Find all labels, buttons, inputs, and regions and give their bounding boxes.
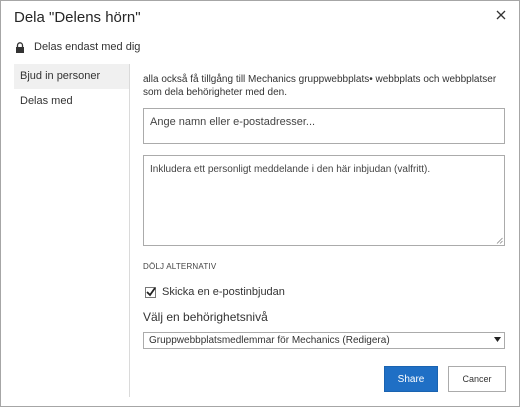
invite-description: alla också få tillgång till Mechanics gr…: [143, 74, 497, 98]
permission-selected-value: Gruppwebbplatsmedlemmar för Mechanics (R…: [149, 335, 390, 346]
nav-item-shared-with[interactable]: Delas med: [14, 89, 129, 114]
side-nav: Bjud in personer Delas med: [14, 64, 129, 114]
nav-item-label: Delas med: [20, 95, 73, 107]
dialog-title: Dela "Delens hörn": [14, 9, 141, 26]
resize-grip-icon[interactable]: [496, 237, 503, 244]
people-input-placeholder: Ange namn eller e-postadresser...: [150, 116, 316, 128]
permission-level-label: Välj en behörighetsnivå: [143, 310, 268, 324]
nav-item-label: Bjud in personer: [20, 70, 101, 82]
message-placeholder: Inkludera ett personligt meddelande i de…: [150, 164, 431, 175]
nav-divider: [129, 64, 130, 397]
send-email-option: Skicka en e-postinbjudan: [145, 286, 285, 298]
cancel-button[interactable]: Cancer: [448, 366, 506, 392]
share-dialog: Dela "Delens hörn" Delas endast med dig …: [0, 0, 520, 407]
chevron-down-icon: [494, 337, 501, 342]
checkmark-icon: [146, 286, 156, 296]
share-button[interactable]: Share: [384, 366, 438, 392]
sharing-status: Delas endast med dig: [15, 41, 140, 53]
send-email-checkbox[interactable]: [145, 286, 156, 298]
sharing-status-text: Delas endast med dig: [34, 41, 141, 53]
personal-message-textarea[interactable]: Inkludera ett personligt meddelande i de…: [143, 155, 505, 246]
nav-item-invite-people[interactable]: Bjud in personer: [14, 64, 129, 89]
close-icon[interactable]: [493, 7, 509, 23]
send-email-label: Skicka en e-postinbjudan: [162, 286, 285, 298]
invite-panel: alla också få tillgång till Mechanics gr…: [143, 73, 507, 392]
lock-icon: [15, 41, 25, 53]
people-input[interactable]: Ange namn eller e-postadresser...: [143, 108, 505, 144]
permission-level-select[interactable]: Gruppwebbplatsmedlemmar för Mechanics (R…: [143, 332, 505, 349]
hide-options-link[interactable]: DÖLJ ALTERNATIV: [143, 262, 216, 271]
